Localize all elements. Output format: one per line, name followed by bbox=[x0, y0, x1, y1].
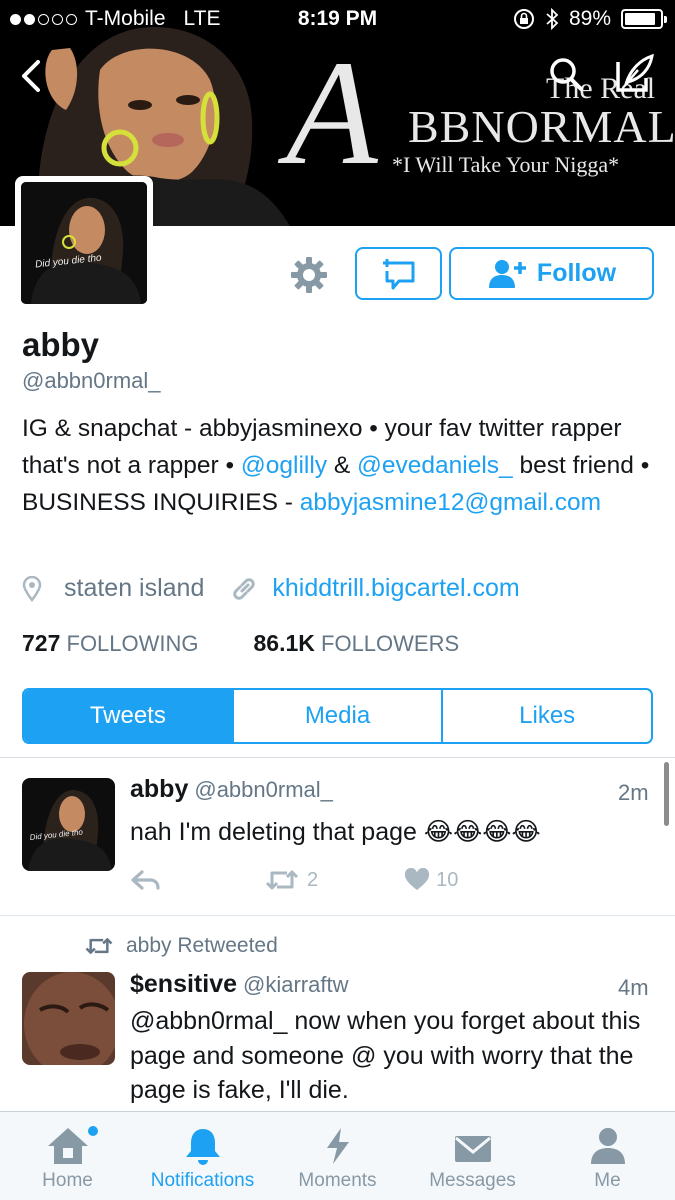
avatar-image: Did you die tho bbox=[22, 778, 115, 871]
reply-icon[interactable] bbox=[130, 868, 160, 892]
nav-label: Notifications bbox=[150, 1170, 255, 1191]
bio-mention-evedaniels[interactable]: @evedaniels_ bbox=[357, 452, 513, 479]
back-button[interactable] bbox=[14, 56, 54, 96]
lightning-icon bbox=[326, 1128, 349, 1164]
banner-big-letter: A bbox=[286, 30, 378, 196]
settings-button[interactable] bbox=[288, 254, 330, 296]
rotation-lock-icon bbox=[513, 9, 534, 29]
tweet-author-handle: @kiarraftw bbox=[243, 972, 349, 997]
tab-media[interactable]: Media bbox=[231, 690, 442, 742]
scrollbar[interactable] bbox=[664, 762, 669, 826]
nav-me[interactable]: Me bbox=[540, 1112, 675, 1200]
retweet-icon bbox=[85, 938, 113, 954]
profile-meta: staten island khiddtrill.bigcartel.com bbox=[22, 574, 520, 603]
compose-quill-icon bbox=[616, 53, 654, 92]
gear-icon bbox=[291, 257, 327, 293]
status-bar: T-Mobile LTE 8:19 PM 89% bbox=[0, 0, 675, 38]
nav-moments[interactable]: Moments bbox=[270, 1112, 405, 1200]
follow-counts: 727 FOLLOWING 86.1K FOLLOWERS bbox=[22, 630, 459, 657]
compose-tweet-button[interactable] bbox=[614, 52, 656, 94]
tweet-text: @abbn0rmal_ now when you forget about th… bbox=[130, 1007, 641, 1104]
nav-messages[interactable]: Messages bbox=[405, 1112, 540, 1200]
tweet-avatar[interactable] bbox=[22, 972, 115, 1065]
direct-message-button[interactable] bbox=[355, 247, 442, 300]
profile-location: staten island bbox=[64, 574, 205, 602]
tweet-actions: 2 10 bbox=[130, 868, 458, 892]
following-count[interactable]: 727 FOLLOWING bbox=[22, 630, 199, 657]
link-icon bbox=[233, 577, 256, 600]
avatar-image bbox=[21, 182, 147, 304]
followers-count[interactable]: 86.1K FOLLOWERS bbox=[254, 630, 460, 657]
tweet-timestamp: 4m bbox=[618, 975, 649, 1000]
retweet-count: 2 bbox=[307, 868, 319, 891]
retweet-icon[interactable] bbox=[265, 868, 299, 892]
retweeted-by-label[interactable]: abby Retweeted bbox=[126, 934, 278, 958]
tweet-author[interactable]: $ensitive @kiarraftw bbox=[130, 970, 348, 999]
chevron-left-icon bbox=[22, 60, 40, 92]
unread-dot bbox=[88, 1126, 98, 1136]
bottom-tab-bar: Home Notifications Moments Messages Me bbox=[0, 1111, 675, 1200]
tweet-text: nah I'm deleting that page 😂😂😂😂 bbox=[130, 818, 541, 846]
tab-tweets[interactable]: Tweets bbox=[24, 690, 232, 742]
bio-email-link[interactable]: abbyjasmine12@gmail.com bbox=[300, 489, 601, 516]
tweet-author[interactable]: abby @abbn0rmal_ bbox=[130, 775, 333, 804]
nav-label: Moments bbox=[298, 1170, 377, 1191]
nav-notifications[interactable]: Notifications bbox=[135, 1112, 270, 1200]
envelope-icon bbox=[454, 1136, 491, 1162]
direct-message-icon bbox=[382, 258, 414, 289]
tab-likes[interactable]: Likes bbox=[441, 690, 651, 742]
divider bbox=[0, 915, 675, 916]
profile-name: abby bbox=[22, 326, 100, 363]
bio-mention-oglilly[interactable]: @oglilly bbox=[241, 452, 327, 479]
person-icon bbox=[590, 1128, 625, 1164]
banner-title: BBNORMAL bbox=[408, 101, 675, 152]
heart-icon[interactable] bbox=[404, 868, 430, 892]
home-icon bbox=[47, 1128, 88, 1164]
bio-text: & bbox=[327, 452, 358, 479]
banner-tagline: *I Will Take Your Nigga* bbox=[392, 152, 620, 177]
follow-button[interactable]: Follow bbox=[449, 247, 654, 300]
profile-bio: IG & snapchat - abbyjasminexo • your fav… bbox=[22, 410, 662, 521]
profile-tabs: Tweets Media Likes bbox=[22, 688, 653, 744]
tweet-avatar[interactable]: Did you die tho bbox=[22, 778, 115, 871]
nav-label: Me bbox=[594, 1170, 621, 1191]
tweet-author-name: $ensitive bbox=[130, 970, 238, 998]
search-icon bbox=[550, 58, 583, 91]
avatar-image bbox=[22, 972, 115, 1065]
follow-button-label: Follow bbox=[536, 259, 617, 287]
nav-home[interactable]: Home bbox=[0, 1112, 135, 1200]
profile-handle: @abbn0rmal_ bbox=[22, 368, 161, 393]
bell-icon bbox=[185, 1129, 220, 1165]
search-button[interactable] bbox=[548, 56, 584, 92]
tweet-author-handle: @abbn0rmal_ bbox=[194, 777, 333, 802]
add-user-icon bbox=[488, 259, 526, 288]
location-pin-icon bbox=[22, 575, 42, 602]
nav-label: Home bbox=[42, 1170, 93, 1191]
tweet-author-name: abby bbox=[130, 775, 189, 803]
tweet-timestamp: 2m bbox=[618, 780, 649, 805]
profile-website-link[interactable]: khiddtrill.bigcartel.com bbox=[272, 574, 519, 603]
retweet-context: abby Retweeted bbox=[84, 934, 278, 958]
like-count: 10 bbox=[436, 868, 459, 891]
profile-avatar[interactable]: Did you die tho bbox=[15, 176, 153, 310]
battery-percent: 89% bbox=[568, 7, 611, 30]
divider bbox=[0, 757, 675, 758]
nav-label: Messages bbox=[429, 1170, 516, 1191]
battery-icon bbox=[621, 9, 667, 29]
bluetooth-icon bbox=[546, 8, 559, 30]
